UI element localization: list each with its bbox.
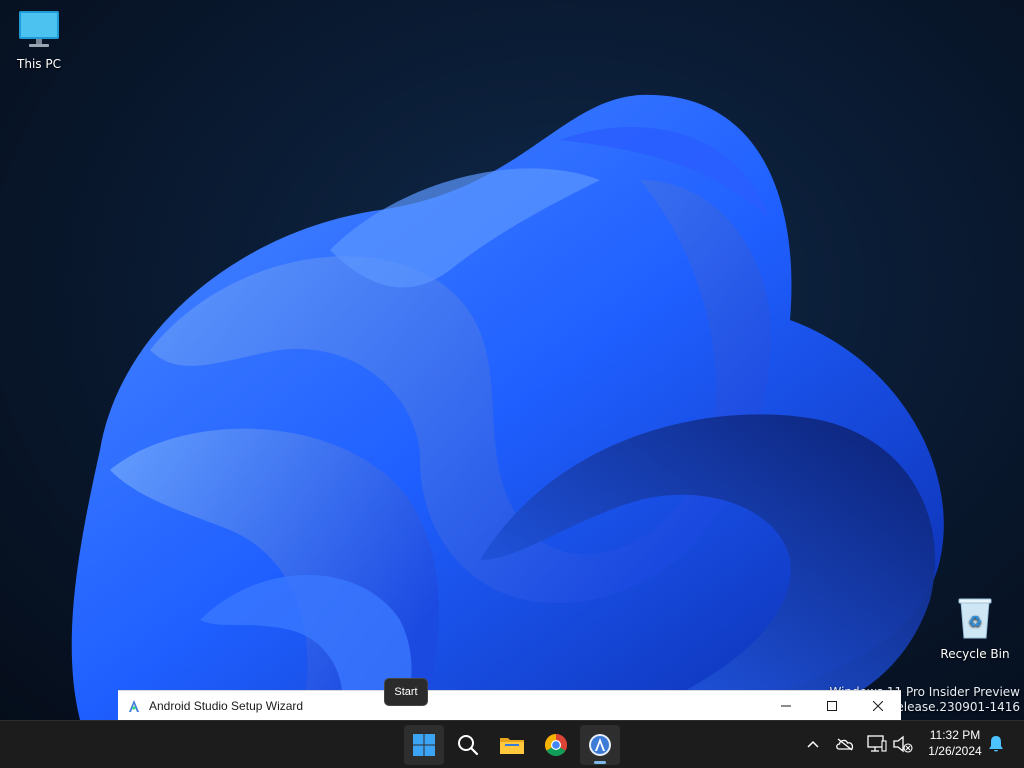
notifications-button[interactable] [985,733,1007,755]
android-studio-icon [589,734,611,756]
svg-text:♻: ♻ [968,612,982,631]
network-icon [867,735,887,752]
taskbar-clock[interactable]: 11:32 PM 1/26/2024 [918,727,992,759]
bloom-wallpaper [71,94,944,720]
android-studio-icon [129,699,139,712]
taskbar-android-studio-button[interactable] [580,725,620,765]
chrome-icon [545,734,567,756]
this-pc-icon [19,11,59,47]
notification-bell-icon [989,736,1003,752]
setup-wizard-window[interactable]: Android Studio Setup Wizard [118,690,901,720]
close-button[interactable] [855,691,901,720]
taskbar-search-button[interactable] [448,725,488,765]
maximize-icon [827,700,837,711]
onedrive-icon [836,738,854,751]
close-icon [873,700,883,711]
taskbar-file-explorer-button[interactable] [492,725,532,765]
volume-tray-button[interactable] [892,733,914,755]
show-hidden-icons-button[interactable] [802,733,824,755]
desktop: This PC ♻ Recycle Bin Windows 11 Pro Ins… [0,0,1024,720]
window-title: Android Studio Setup Wizard [149,698,304,713]
search-icon [458,735,479,756]
minimize-icon [781,705,791,706]
maximize-button[interactable] [809,691,855,720]
taskbar-start-button[interactable] [404,725,444,765]
chevron-up-icon [807,740,819,748]
start-tooltip: Start [384,678,428,706]
windows-start-icon [413,734,435,756]
folder-icon [500,738,524,754]
clock-date: 1/26/2024 [928,744,982,758]
desktop-icon-this-pc[interactable]: This PC [1,8,77,71]
window-controls [763,691,901,720]
clock-time: 11:32 PM [929,728,981,742]
desktop-icon-label: Recycle Bin [940,647,1010,661]
taskbar-chrome-button[interactable] [536,725,576,765]
desktop-icon-recycle-bin[interactable]: ♻ Recycle Bin [937,596,1013,661]
desktop-icon-label: This PC [17,57,61,71]
minimize-button[interactable] [763,691,809,720]
taskbar: 11:32 PM 1/26/2024 [0,720,1024,768]
volume-muted-icon [893,735,913,753]
onedrive-tray-button[interactable] [834,733,856,755]
running-indicator [594,761,606,764]
recycle-bin-icon: ♻ [958,598,992,639]
network-tray-button[interactable] [866,733,888,755]
